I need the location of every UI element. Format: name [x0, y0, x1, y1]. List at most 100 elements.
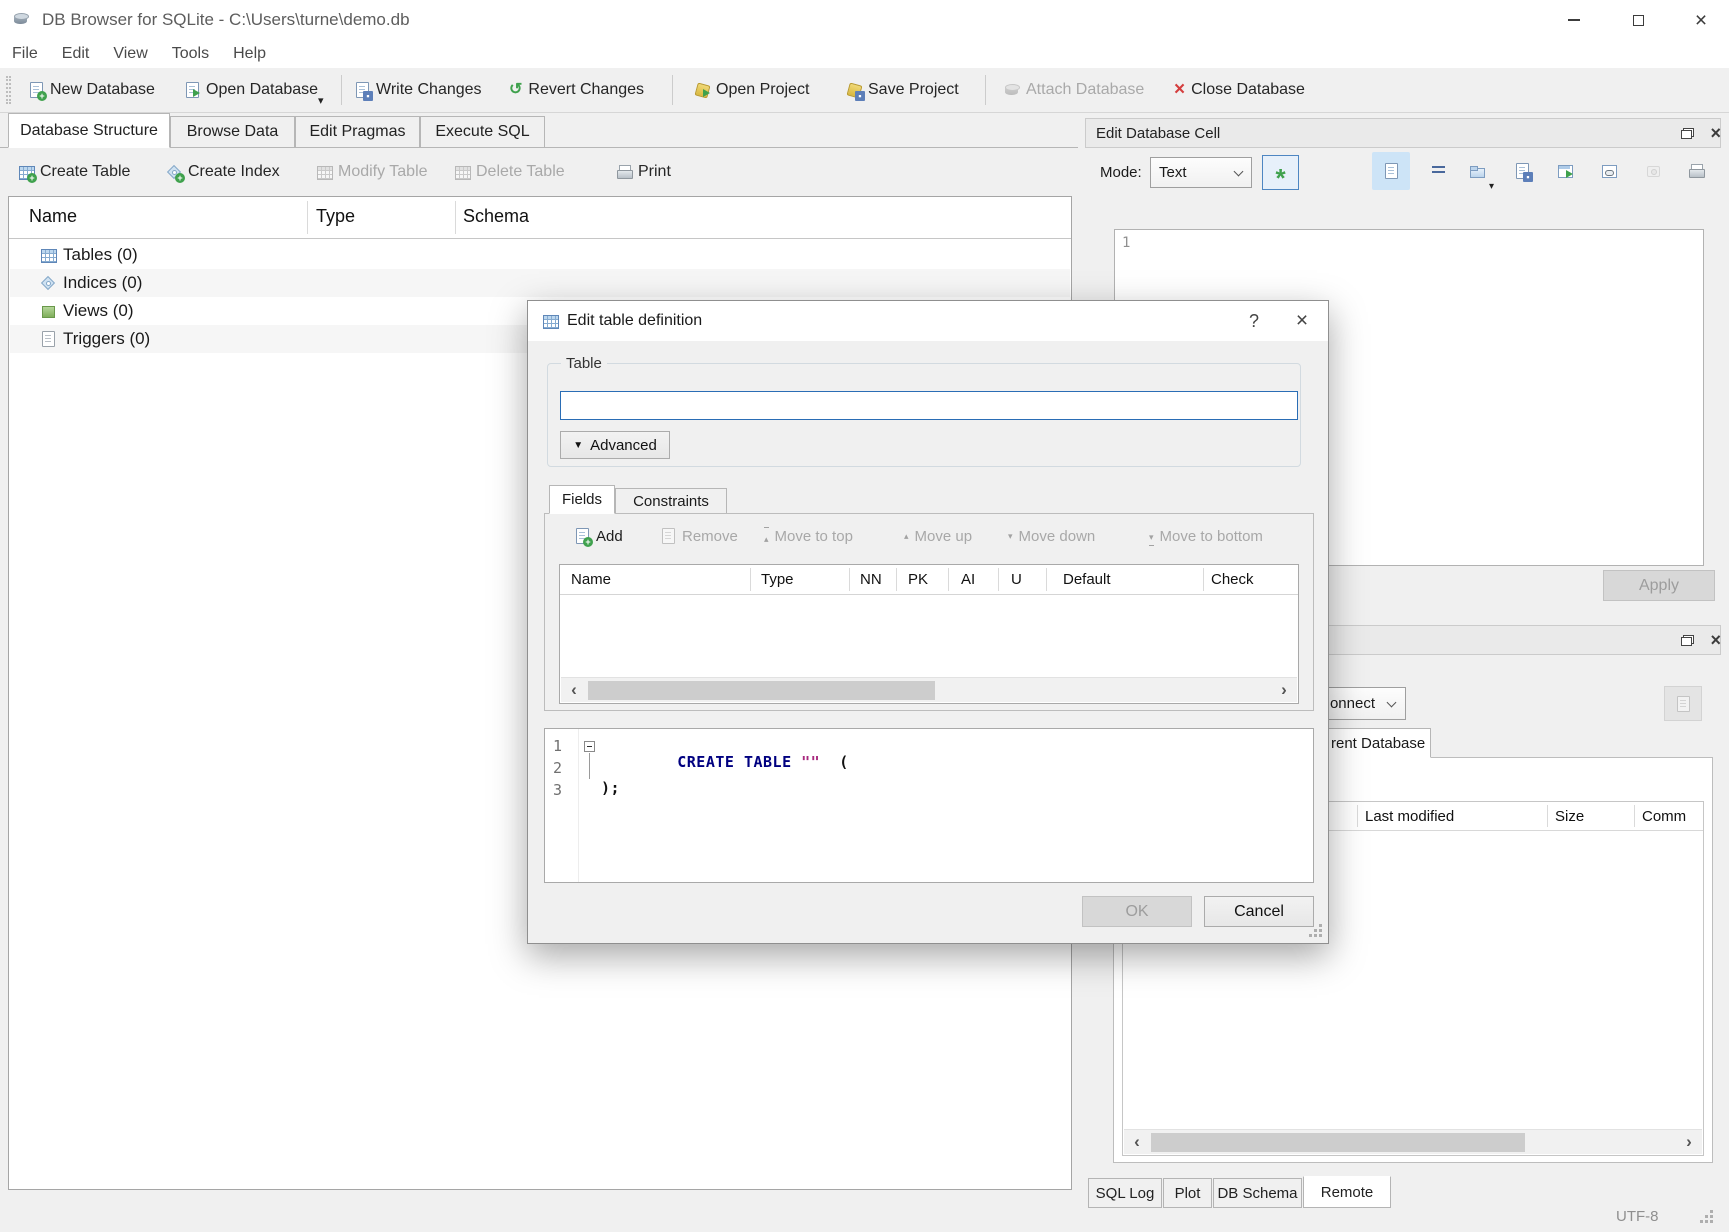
column-divider[interactable] [1203, 568, 1204, 591]
mode-select[interactable]: Text [1150, 157, 1252, 188]
column-divider[interactable] [455, 201, 456, 234]
move-down-button[interactable]: ▾ Move down [1008, 522, 1095, 550]
remote-list-hscrollbar[interactable]: ‹ › [1124, 1129, 1702, 1154]
tab-sql-log[interactable]: SQL Log [1088, 1178, 1162, 1208]
menu-help[interactable]: Help [221, 40, 278, 68]
menu-edit[interactable]: Edit [50, 40, 102, 68]
scroll-left-icon[interactable]: ‹ [1124, 1130, 1150, 1154]
column-last-modified[interactable]: Last modified [1365, 808, 1454, 825]
column-divider[interactable] [896, 568, 897, 591]
advanced-toggle-button[interactable]: ▼ Advanced [560, 431, 670, 459]
tree-row-indices[interactable]: Indices (0) [10, 269, 1070, 297]
dialog-help-button[interactable]: ? [1230, 301, 1278, 341]
move-up-button[interactable]: ▴ Move up [904, 522, 972, 550]
ok-button[interactable]: OK [1082, 896, 1192, 927]
modify-table-button[interactable]: Modify Table [312, 150, 432, 194]
create-index-button[interactable]: + Create Index [162, 150, 284, 194]
dialog-close-button[interactable]: × [1278, 301, 1326, 341]
encoding-indicator[interactable]: UTF-8 [1616, 1208, 1659, 1225]
open-project-button[interactable]: Open Project [690, 68, 813, 112]
column-divider[interactable] [998, 568, 999, 591]
open-database-dropdown-arrow-icon[interactable]: ▾ [318, 94, 324, 107]
tab-edit-pragmas[interactable]: Edit Pragmas [295, 116, 420, 148]
column-pk[interactable]: PK [908, 571, 928, 588]
dialog-titlebar[interactable]: Edit table definition [528, 301, 1328, 341]
scrollbar-thumb[interactable] [1151, 1133, 1525, 1152]
tree-column-name[interactable]: Name [29, 206, 77, 227]
toolbar-drag-handle[interactable] [6, 76, 11, 104]
column-name[interactable]: Name [571, 571, 611, 588]
window-resize-grip[interactable] [1700, 1210, 1703, 1213]
word-wrap-button[interactable] [1420, 152, 1458, 190]
column-divider[interactable] [750, 568, 751, 591]
move-to-bottom-button[interactable]: ▾ Move to bottom [1149, 522, 1263, 550]
column-check[interactable]: Check [1211, 571, 1254, 588]
remove-field-button[interactable]: Remove [660, 522, 738, 550]
fields-grid-hscrollbar[interactable]: ‹ › [561, 677, 1297, 702]
maximize-button[interactable] [1610, 0, 1666, 40]
menu-file[interactable]: File [0, 40, 50, 68]
add-field-button[interactable]: + Add [574, 522, 623, 550]
clone-database-button[interactable] [1664, 686, 1702, 721]
close-database-button[interactable]: × Close Database [1170, 68, 1309, 112]
cancel-button[interactable]: Cancel [1204, 896, 1314, 927]
float-panel-icon[interactable] [1681, 635, 1694, 646]
close-panel-icon[interactable]: × [1710, 124, 1721, 142]
column-divider[interactable] [1357, 805, 1358, 827]
column-commit[interactable]: Comm [1642, 808, 1686, 825]
export-data-button[interactable]: ▪ [1503, 152, 1541, 190]
attach-database-button[interactable]: Attach Database [1000, 68, 1148, 112]
print-button[interactable]: Print [612, 150, 675, 194]
tab-fields[interactable]: Fields [549, 485, 615, 514]
minimize-button[interactable] [1546, 0, 1602, 40]
tab-constraints[interactable]: Constraints [615, 488, 727, 514]
scroll-right-icon[interactable]: › [1271, 678, 1297, 702]
create-table-button[interactable]: + Create Table [14, 150, 134, 194]
column-nn[interactable]: NN [860, 571, 882, 588]
tab-remote[interactable]: Remote [1303, 1176, 1391, 1208]
column-size[interactable]: Size [1555, 808, 1584, 825]
tab-execute-sql[interactable]: Execute SQL [420, 116, 545, 148]
column-divider[interactable] [307, 201, 308, 234]
column-divider[interactable] [1046, 568, 1047, 591]
tab-db-schema[interactable]: DB Schema [1213, 1178, 1302, 1208]
column-divider[interactable] [948, 568, 949, 591]
open-in-external-button[interactable] [1546, 152, 1584, 190]
write-changes-button[interactable]: ▪ Write Changes [350, 68, 486, 112]
scroll-left-icon[interactable]: ‹ [561, 678, 587, 702]
close-button[interactable]: × [1673, 0, 1729, 40]
tab-plot[interactable]: Plot [1163, 1178, 1212, 1208]
tab-browse-data[interactable]: Browse Data [170, 116, 295, 148]
text-mode-button[interactable] [1372, 152, 1410, 190]
float-panel-icon[interactable] [1681, 128, 1694, 139]
column-type[interactable]: Type [761, 571, 794, 588]
open-database-button[interactable]: Open Database [180, 68, 322, 112]
tree-column-type[interactable]: Type [316, 206, 355, 227]
save-project-button[interactable]: ▪ Save Project [842, 68, 963, 112]
column-ai[interactable]: AI [961, 571, 975, 588]
delete-table-button[interactable]: Delete Table [450, 150, 569, 194]
revert-changes-button[interactable]: ↺ Revert Changes [505, 68, 648, 112]
auto-mode-button[interactable]: * [1262, 155, 1299, 190]
column-divider[interactable] [1547, 805, 1548, 827]
menu-view[interactable]: View [101, 40, 159, 68]
set-null-button[interactable] [1634, 152, 1672, 190]
column-u[interactable]: U [1011, 571, 1022, 588]
close-panel-icon[interactable]: × [1710, 631, 1721, 649]
column-default[interactable]: Default [1063, 571, 1111, 588]
column-divider[interactable] [849, 568, 850, 591]
new-database-button[interactable]: + New Database [24, 68, 159, 112]
scrollbar-thumb[interactable] [588, 681, 935, 700]
apply-button[interactable]: Apply [1603, 570, 1715, 601]
fold-icon[interactable] [584, 741, 595, 752]
menu-tools[interactable]: Tools [160, 40, 221, 68]
tree-column-schema[interactable]: Schema [463, 206, 529, 227]
move-to-top-button[interactable]: ▴ Move to top [764, 522, 853, 550]
dialog-resize-grip[interactable] [1309, 924, 1312, 927]
print-cell-button[interactable] [1677, 152, 1715, 190]
scroll-right-icon[interactable]: › [1676, 1130, 1702, 1154]
column-divider[interactable] [1634, 805, 1635, 827]
copy-link-button[interactable] [1590, 152, 1628, 190]
import-data-button[interactable]: ▾ [1458, 152, 1496, 190]
tab-database-structure[interactable]: Database Structure [8, 113, 170, 148]
